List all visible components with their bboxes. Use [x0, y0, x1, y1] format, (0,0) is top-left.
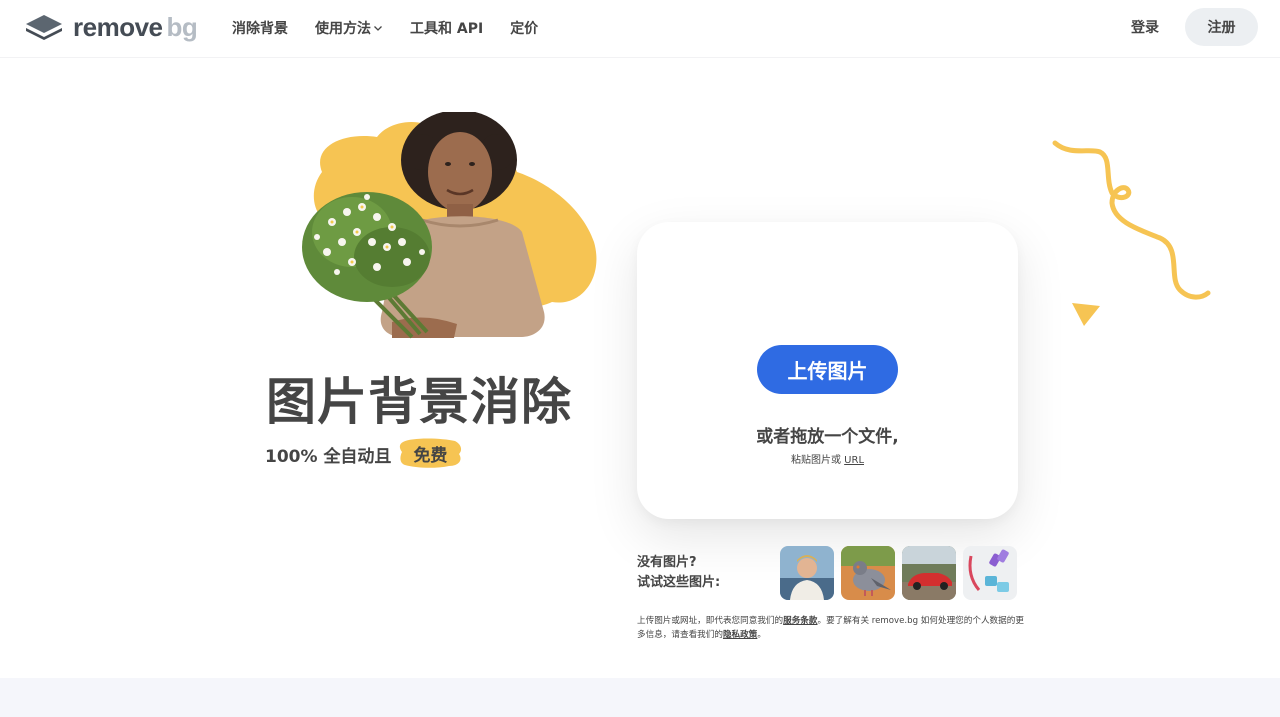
login-link[interactable]: 登录: [1131, 17, 1159, 37]
nav-remove-background[interactable]: 消除背景: [232, 17, 288, 39]
upload-dropzone[interactable]: 上传图片 或者拖放一个文件, 粘贴图片或 URL: [637, 222, 1018, 519]
logo-text-bg: bg: [166, 11, 198, 42]
nav-how-to-use[interactable]: 使用方法: [315, 17, 383, 39]
nav-pricing[interactable]: 定价: [510, 17, 538, 39]
hero-title: 图片背景消除: [266, 373, 572, 431]
free-badge: 免费: [400, 438, 462, 471]
removebg-logo[interactable]: remove bg: [25, 11, 198, 42]
hero-subtitle: 100% 全自动且 免费: [265, 438, 462, 471]
legal-notice: 上传图片或网址，即代表您同意我们的服务条款。要了解有关 remove.bg 如何…: [637, 614, 1027, 642]
sample-prompt-line1: 没有图片?: [637, 555, 697, 570]
chevron-down-icon: [374, 26, 382, 31]
sample-man-photo[interactable]: [780, 546, 834, 600]
legal-text-3: 。: [757, 630, 766, 640]
drop-file-text: 或者拖放一个文件,: [756, 427, 899, 447]
sample-prompt: 没有图片? 试试这些图片:: [637, 553, 720, 593]
top-navigation-bar: remove bg 消除背景 使用方法 工具和 API 定价 登录 注册: [0, 0, 1280, 58]
nav-label: 消除背景: [232, 21, 288, 37]
paste-hint: 粘贴图片或 URL: [637, 451, 1018, 466]
sample-pigeon-photo[interactable]: [841, 546, 895, 600]
decorative-squiggle-icon: [1052, 140, 1211, 326]
paste-hint-text: 粘贴图片或: [790, 455, 841, 466]
bottom-section-band: [0, 678, 1280, 717]
nav-tools-api[interactable]: 工具和 API: [410, 17, 483, 39]
logo-text-remove: remove: [73, 11, 163, 42]
privacy-policy-link[interactable]: 隐私政策: [723, 630, 757, 640]
free-badge-text: 免费: [413, 446, 448, 466]
legal-text-1: 上传图片或网址，即代表您同意我们的: [637, 616, 784, 626]
logo-layers-icon: [26, 15, 62, 40]
signup-button[interactable]: 注册: [1185, 8, 1258, 46]
nav-label: 使用方法: [315, 21, 371, 37]
sample-dumbbells-photo[interactable]: [963, 546, 1017, 600]
sample-images: [780, 546, 1017, 600]
upload-image-button[interactable]: 上传图片: [757, 345, 898, 394]
hero-subtitle-text: 100% 全自动且: [265, 447, 392, 467]
terms-of-service-link[interactable]: 服务条款: [783, 616, 817, 626]
sample-car-photo[interactable]: [902, 546, 956, 600]
url-link[interactable]: URL: [844, 455, 864, 466]
nav-label: 工具和 API: [410, 21, 484, 37]
main-nav: 消除背景 使用方法 工具和 API 定价: [232, 17, 565, 39]
sample-prompt-line2: 试试这些图片:: [637, 575, 721, 590]
hero-woman-with-flowers-image: [302, 112, 597, 339]
nav-label: 定价: [510, 21, 539, 37]
